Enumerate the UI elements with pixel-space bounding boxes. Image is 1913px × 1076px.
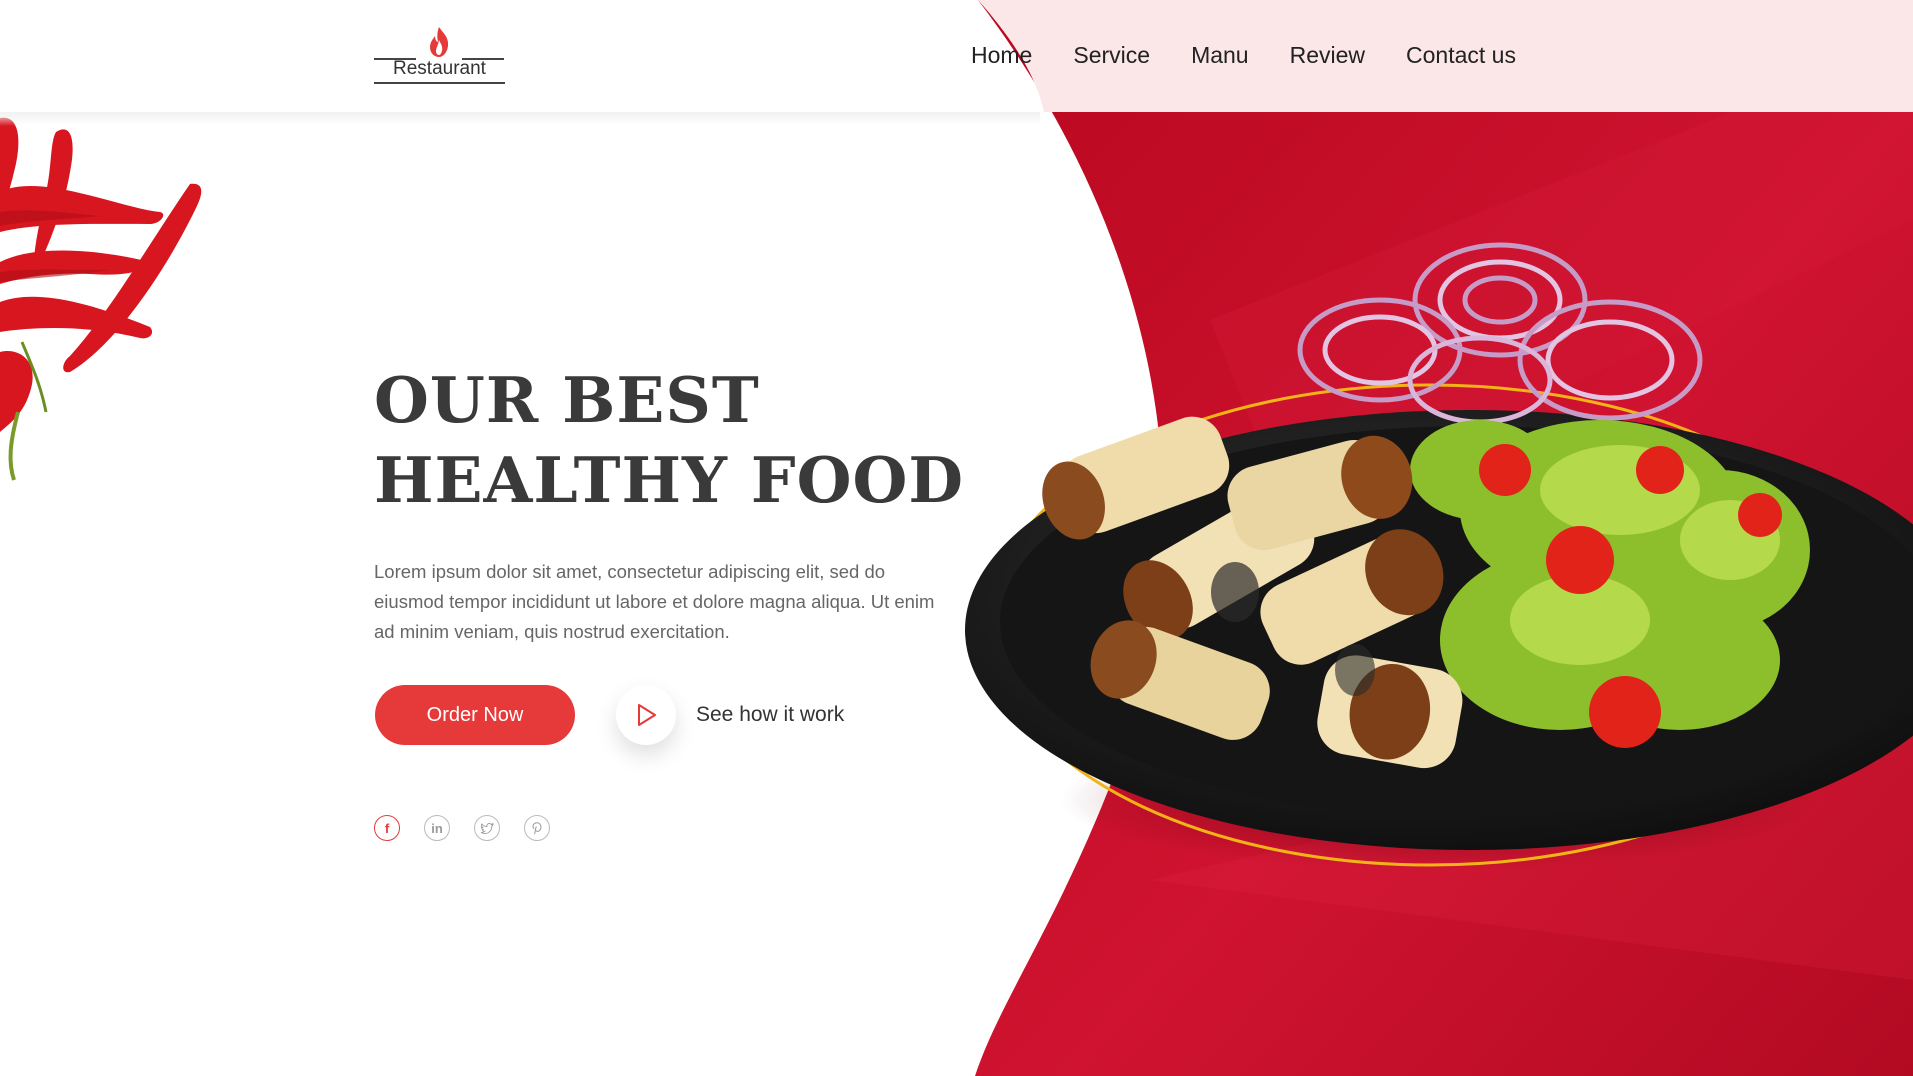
logo-line-bottom bbox=[374, 82, 505, 84]
play-video-button[interactable] bbox=[616, 685, 676, 745]
order-now-button[interactable]: Order Now bbox=[375, 685, 575, 745]
header-pink-band bbox=[978, 0, 1913, 112]
nav-review[interactable]: Review bbox=[1290, 40, 1365, 70]
main-nav: Home Service Manu Review Contact us bbox=[971, 40, 1516, 70]
see-how-it-works-link[interactable]: See how it work bbox=[696, 700, 844, 730]
chili-peppers-image bbox=[0, 117, 202, 481]
facebook-icon[interactable]: f bbox=[374, 815, 400, 841]
linkedin-icon[interactable]: in bbox=[424, 815, 450, 841]
flame-icon bbox=[430, 27, 449, 57]
play-icon bbox=[638, 704, 656, 726]
nav-home[interactable]: Home bbox=[971, 40, 1032, 70]
nav-manu[interactable]: Manu bbox=[1191, 40, 1249, 70]
logo-text: Restaurant bbox=[393, 58, 486, 79]
hero-description: Lorem ipsum dolor sit amet, consectetur … bbox=[374, 561, 935, 642]
social-links: f in bbox=[374, 815, 574, 841]
hero-title: OUR BEST HEALTHY FOOD bbox=[374, 360, 994, 520]
header: Restaurant Home Service Manu Review Cont… bbox=[0, 0, 1913, 112]
hero-title-line-2: HEALTHY FOOD bbox=[374, 443, 965, 517]
pinterest-icon[interactable] bbox=[524, 815, 550, 841]
twitter-icon[interactable] bbox=[474, 815, 500, 841]
logo[interactable]: Restaurant bbox=[374, 26, 505, 86]
hero-title-line-1: OUR BEST bbox=[374, 363, 760, 437]
header-shadow bbox=[0, 112, 1040, 126]
food-plate-image bbox=[965, 242, 1913, 870]
nav-contact-us[interactable]: Contact us bbox=[1406, 40, 1516, 70]
nav-service[interactable]: Service bbox=[1073, 40, 1150, 70]
